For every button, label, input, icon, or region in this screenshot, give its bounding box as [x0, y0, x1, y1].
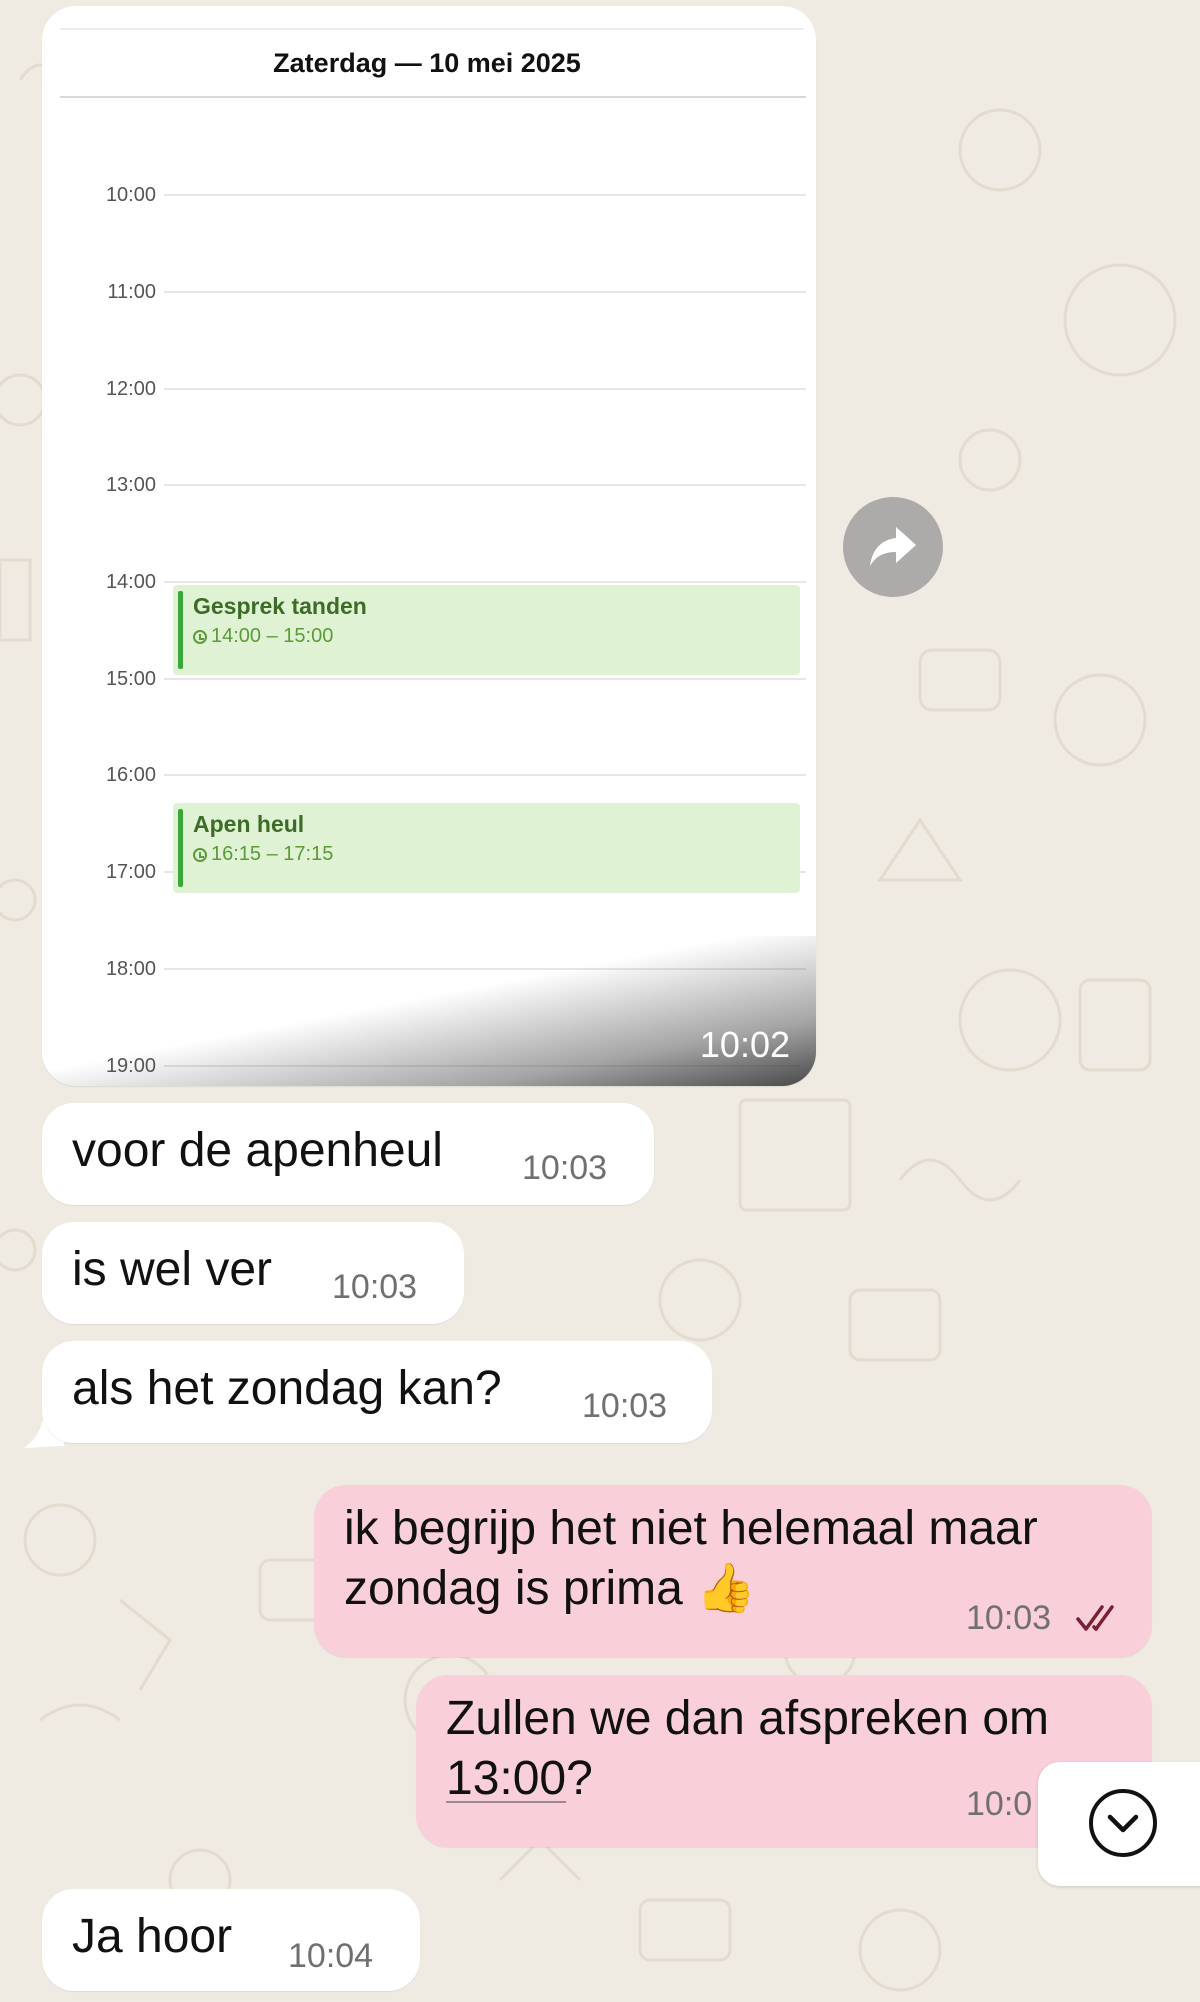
- event-time-text: 16:15 – 17:15: [211, 843, 334, 865]
- calendar-screenshot: Zaterdag — 10 mei 2025 10:00 11:00 12:00…: [48, 12, 806, 1076]
- message-text-line2: 13:00?: [446, 1745, 593, 1813]
- event-time: 14:00 – 15:00: [193, 625, 333, 648]
- message-text: is wel ver: [72, 1243, 273, 1296]
- forward-arrow-icon: [870, 527, 916, 566]
- hour-label: 16:00: [105, 764, 156, 786]
- hour-label: 13:00: [105, 474, 156, 496]
- hour-row: 19:00: [48, 1055, 806, 1076]
- message-timestamp: 10:04: [288, 1937, 374, 1975]
- incoming-message[interactable]: als het zondag kan? 10:03: [42, 1341, 712, 1443]
- double-check-icon: [1076, 1605, 1114, 1631]
- hour-row: 16:00: [48, 764, 806, 794]
- image-message-calendar[interactable]: Zaterdag — 10 mei 2025 10:00 11:00 12:00…: [42, 6, 816, 1086]
- hour-row: 15:00: [48, 668, 806, 698]
- message-timestamp: 10:03: [966, 1599, 1052, 1637]
- hour-label: 17:00: [105, 861, 156, 883]
- incoming-message[interactable]: Ja hoor 10:04: [42, 1889, 420, 1991]
- message-timestamp: 10:02: [699, 1024, 790, 1065]
- hour-row: 10:00: [48, 184, 806, 214]
- hour-label: 11:00: [107, 281, 156, 303]
- chevron-down-circle-icon: [1089, 1789, 1157, 1857]
- event-color-bar: [178, 591, 183, 669]
- event-title: Apen heul: [193, 811, 305, 837]
- hour-row: 18:00: [48, 958, 806, 988]
- divider: [60, 96, 806, 98]
- message-timestamp: 10:0: [966, 1785, 1033, 1823]
- event-title: Gesprek tanden: [193, 593, 367, 619]
- message-text-line2: zondag is prima 👍: [344, 1562, 756, 1615]
- divider: [60, 28, 806, 30]
- hour-label: 12:00: [105, 378, 156, 400]
- incoming-message[interactable]: is wel ver 10:03: [42, 1222, 464, 1324]
- clock-icon: [193, 629, 207, 644]
- message-text-rest: ?: [566, 1752, 593, 1805]
- hour-label: 10:00: [105, 184, 156, 206]
- clock-icon: [193, 847, 207, 862]
- hour-label: 14:00: [105, 571, 156, 593]
- event-time: 16:15 – 17:15: [193, 843, 333, 866]
- incoming-message[interactable]: voor de apenheul 10:03: [42, 1103, 654, 1205]
- calendar-date-title: Zaterdag — 10 mei 2025: [273, 48, 581, 78]
- message-timestamp: 10:03: [582, 1387, 668, 1425]
- hour-label: 15:00: [105, 668, 156, 690]
- message-text: als het zondag kan?: [72, 1362, 502, 1415]
- event-time-text: 14:00 – 15:00: [211, 625, 334, 647]
- calendar-event: Gesprek tanden 14:00 – 15:00: [173, 585, 800, 675]
- scroll-to-bottom-button[interactable]: [1038, 1762, 1200, 1886]
- time-link[interactable]: 13:00: [446, 1752, 566, 1805]
- hour-row: 11:00: [48, 281, 806, 311]
- hour-row: 12:00: [48, 378, 806, 408]
- message-text-line1: ik begrijp het niet helemaal maar: [344, 1502, 1038, 1555]
- message-timestamp: 10:03: [522, 1149, 608, 1187]
- hour-row: 13:00: [48, 474, 806, 504]
- hour-label: 19:00: [105, 1055, 156, 1076]
- message-text: voor de apenheul: [72, 1124, 443, 1177]
- message-text-line1: Zullen we dan afspreken om: [446, 1692, 1049, 1745]
- calendar-event: Apen heul 16:15 – 17:15: [173, 803, 800, 893]
- message-text: Ja hoor: [72, 1910, 233, 1963]
- forward-button[interactable]: [843, 497, 943, 597]
- message-timestamp: 10:03: [332, 1268, 418, 1306]
- outgoing-message[interactable]: ik begrijp het niet helemaal maar zondag…: [314, 1485, 1152, 1657]
- hour-label: 18:00: [105, 958, 156, 980]
- event-color-bar: [178, 809, 183, 887]
